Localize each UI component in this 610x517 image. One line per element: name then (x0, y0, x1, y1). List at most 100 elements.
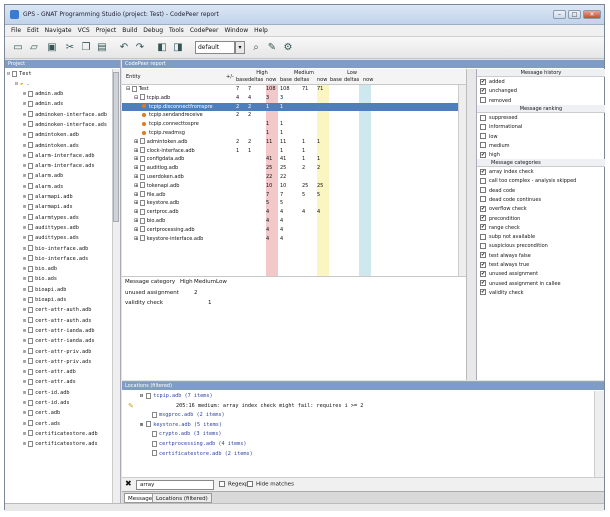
expand-icon[interactable]: ⊞ (23, 101, 26, 107)
checkbox-icon[interactable] (480, 242, 486, 249)
checkbox-icon[interactable]: ✔ (480, 252, 486, 259)
location-row[interactable]: certificatestore.adb (2 items) (152, 450, 253, 460)
expand-icon[interactable]: ⊞ (23, 173, 26, 179)
hide-matches-checkbox[interactable]: Hide matches (247, 481, 294, 488)
file-item[interactable]: ⊞ cert-attr-auth.ads (23, 316, 91, 326)
category-medium-header[interactable]: Medium (194, 279, 216, 285)
expand-icon[interactable]: ⊞ (23, 225, 26, 231)
filter-checkbox[interactable]: suppressed (480, 114, 518, 123)
checkbox-icon[interactable] (480, 97, 486, 104)
menu-build[interactable]: Build (122, 25, 137, 37)
filter-checkbox[interactable]: ✔ added (480, 78, 505, 87)
file-item[interactable]: ⊞ admin.ads (23, 99, 63, 109)
filter-checkbox[interactable]: ✔ unused assignment in callee (480, 280, 561, 289)
search-icon[interactable]: ⌕ (249, 41, 263, 55)
category-header[interactable]: Message category (125, 279, 175, 285)
report-row[interactable]: ⊟ Test 7 7 108 108 71 71 (122, 85, 466, 94)
file-item[interactable]: ⊞ adminoken-interface.ads (23, 120, 107, 130)
expand-icon[interactable]: ⊞ (23, 132, 26, 138)
locations-scrollbar[interactable] (594, 391, 604, 478)
checkbox-icon[interactable]: ✔ (480, 87, 486, 94)
folder-item[interactable]: ⊟ ▰ . (15, 79, 30, 89)
checkbox-icon[interactable] (480, 123, 486, 130)
expand-icon[interactable]: ⊞ (23, 163, 26, 169)
build-mode-combo[interactable]: default (195, 41, 235, 54)
file-item[interactable]: ⊞ cert-attr-auth.adb (23, 305, 91, 315)
filter-checkbox[interactable]: ✔ overflow check (480, 205, 527, 214)
back-icon[interactable]: ◧ (155, 41, 169, 55)
expand-icon[interactable]: ⊞ (23, 349, 26, 355)
project-root[interactable]: ⊟ Test (7, 69, 32, 79)
forward-icon[interactable]: ◨ (171, 41, 185, 55)
report-row[interactable]: ⊞ userdoken.adb 22 22 (122, 173, 466, 182)
file-item[interactable]: ⊞ alarm-interface.adb (23, 151, 94, 161)
filter-checkbox[interactable]: informational (480, 123, 522, 132)
checkbox-icon[interactable]: ✔ (480, 280, 486, 287)
expand-icon[interactable]: ⊞ (23, 421, 26, 427)
location-row[interactable]: crypto.adb (3 items) (152, 430, 221, 440)
file-item[interactable]: ⊞ cert-attr.ads (23, 377, 76, 387)
expand-icon[interactable]: ⊞ (23, 215, 26, 221)
chevron-down-icon[interactable]: ▾ (235, 41, 245, 54)
file-item[interactable]: ⊞ audittypes.adb (23, 223, 79, 233)
checkbox-icon[interactable]: ✔ (480, 261, 486, 268)
file-item[interactable]: ⊞ cert-attr-priv.adb (23, 347, 91, 357)
file-item[interactable]: ⊞ alarmtypes.ads (23, 213, 79, 223)
expand-icon[interactable]: ⊞ (23, 153, 26, 159)
file-item[interactable]: ⊞ bioapi.ads (23, 295, 66, 305)
filter-checkbox[interactable]: call too complex - analysis skipped (480, 177, 576, 186)
report-row[interactable]: tcpip.connecttospre 1 1 (122, 120, 466, 129)
expand-icon[interactable]: ⊞ (23, 318, 26, 324)
file-item[interactable]: ⊞ cert-attr.adb (23, 367, 76, 377)
location-row[interactable]: msgproc.adb (2 items) (152, 411, 225, 421)
edit-icon[interactable]: ✎ (265, 41, 279, 55)
expand-icon[interactable]: ⊞ (23, 307, 26, 313)
location-row[interactable]: ⊞ keystore.adb (5 items) (140, 421, 222, 431)
filter-checkbox[interactable]: ✔ test always true (480, 261, 529, 270)
expand-icon[interactable]: ⊞ (23, 359, 26, 365)
medium-header[interactable]: Medium (292, 70, 316, 76)
expand-icon[interactable]: ⊞ (23, 256, 26, 262)
collapse-icon[interactable]: ⊟ (15, 81, 18, 87)
expand-icon[interactable]: ⊞ (23, 390, 26, 396)
location-row[interactable]: certprocessing.adb (4 items) (152, 440, 246, 450)
filter-checkbox[interactable]: dead code (480, 187, 515, 196)
file-item[interactable]: ⊞ cert-attr-ianda.adb (23, 326, 94, 336)
redo-icon[interactable]: ↷ (133, 41, 147, 55)
checkbox-icon[interactable] (480, 133, 486, 140)
report-row[interactable]: ⊞ keystore.adb 5 5 (122, 199, 466, 208)
location-row[interactable]: ⊟ tcpip.adb (7 items) (140, 392, 213, 402)
report-row[interactable]: ⊞ configdata.adb 41 41 1 1 (122, 155, 466, 164)
expand-icon[interactable]: ⊞ (23, 400, 26, 406)
expand-icon[interactable]: ⊞ (23, 184, 26, 190)
checkbox-icon[interactable] (480, 196, 486, 203)
regexp-checkbox[interactable]: Regexp (219, 481, 248, 488)
minimize-button[interactable]: – (553, 10, 566, 19)
collapse-icon[interactable]: ⊟ (7, 71, 10, 77)
checkbox-icon[interactable]: ✔ (480, 215, 486, 221)
expand-icon[interactable]: ⊞ (23, 266, 26, 272)
menu-codepeer[interactable]: CodePeer (190, 25, 219, 37)
filter-checkbox[interactable]: ✔ unchanged (480, 87, 517, 96)
filter-checkbox[interactable]: suspicious precondition (480, 242, 548, 251)
file-item[interactable]: ⊞ adminoken-interface.adb (23, 110, 107, 120)
location-row[interactable]: 205:16 medium: array index check might f… (176, 402, 363, 412)
filter-checkbox[interactable]: ✔ test always false (480, 252, 531, 261)
plus-minus-header[interactable]: +/- (226, 74, 234, 80)
menu-navigate[interactable]: Navigate (45, 25, 72, 37)
expand-icon[interactable]: ⊞ (23, 369, 26, 375)
filter-checkbox[interactable]: subp not available (480, 233, 535, 242)
report-row[interactable]: ⊞ admintoken.adb 2 2 11 11 1 1 (122, 138, 466, 147)
undo-icon[interactable]: ↶ (117, 41, 131, 55)
filter-checkbox[interactable]: ✔ precondition (480, 215, 520, 224)
report-row[interactable]: ⊞ keystore-interface.adb 4 4 (122, 235, 466, 244)
checkbox-icon[interactable]: ✔ (480, 151, 486, 158)
checkbox-icon[interactable]: ✔ (480, 224, 486, 231)
expand-icon[interactable]: ⊞ (23, 431, 26, 437)
report-row[interactable]: tcpip.sendandreceive 2 2 (122, 111, 466, 120)
filter-checkbox[interactable]: dead code continues (480, 196, 541, 205)
file-item[interactable]: ⊞ admin.adb (23, 89, 63, 99)
menu-window[interactable]: Window (224, 25, 248, 37)
file-item[interactable]: ⊞ cert-attr-priv.ads (23, 357, 91, 367)
file-item[interactable]: ⊞ bioapi.adb (23, 285, 66, 295)
